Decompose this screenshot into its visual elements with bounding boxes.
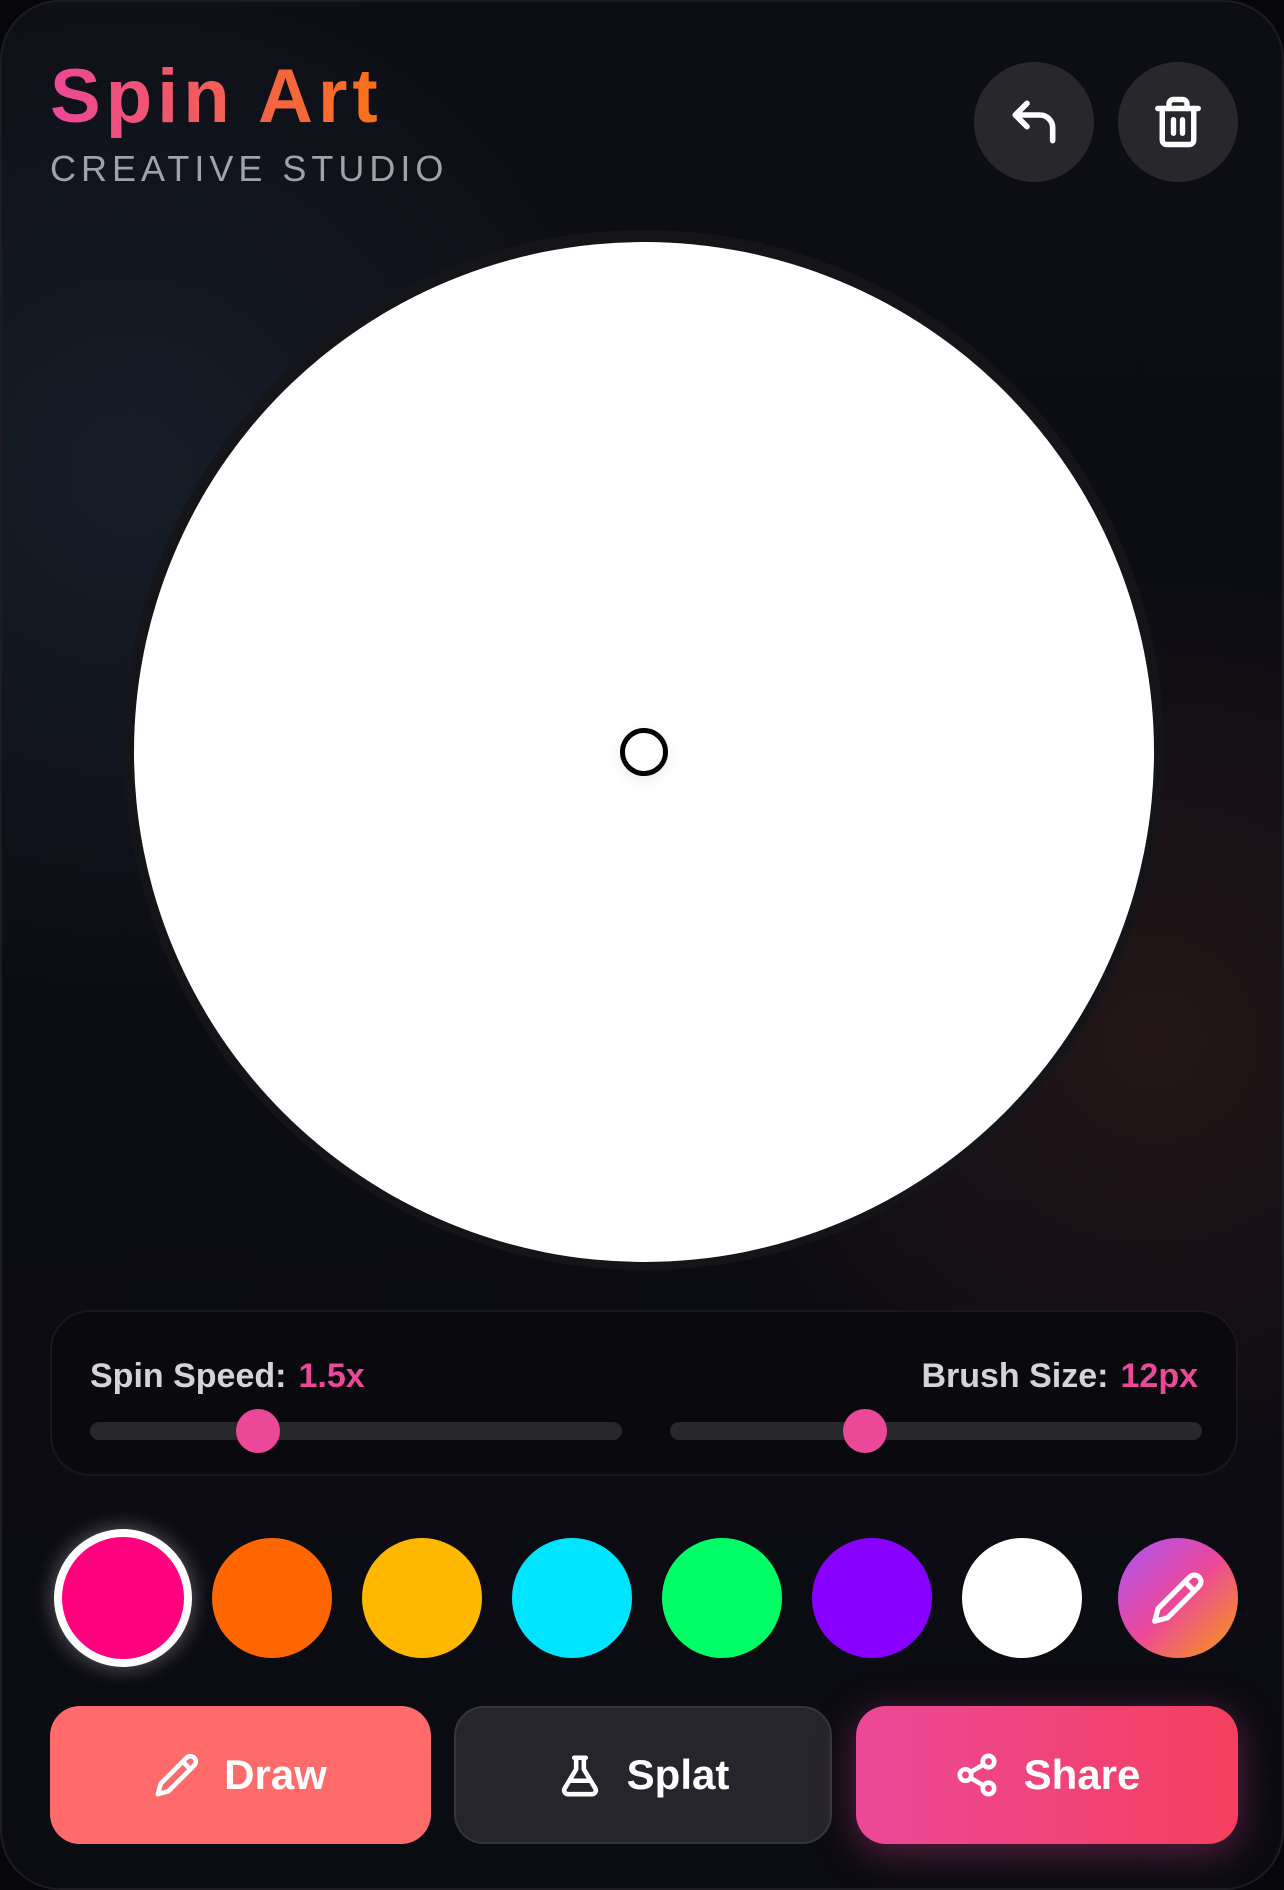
spin-speed-thumb[interactable] [235,1409,280,1453]
color-swatch-orange[interactable] [212,1538,332,1658]
trash-icon [1155,96,1201,148]
spin-art-app: Spin Art CREATIVE STUDIO Spin Speed: 1.5x… [0,0,1284,1890]
spin-speed-slider[interactable] [90,1409,622,1453]
undo-button[interactable] [974,62,1094,182]
draw-button[interactable]: Draw [50,1706,431,1844]
color-swatch-purple[interactable] [812,1538,932,1658]
color-swatch-cyan[interactable] [512,1538,632,1658]
brush-size-value: 12px [1120,1357,1199,1395]
clear-button[interactable] [1118,62,1238,182]
share-label: Share [1023,1751,1141,1798]
draw-label: Draw [224,1751,327,1798]
pencil-icon [155,1753,199,1797]
pencil-icon [1152,1572,1204,1624]
splat-label: Splat [626,1751,730,1798]
color-swatch-green[interactable] [662,1538,782,1658]
app-title: Spin Art [50,52,383,142]
brush-size-slider[interactable] [670,1409,1202,1453]
color-swatch-pink[interactable] [62,1537,184,1659]
custom-color-button[interactable] [1118,1538,1238,1658]
undo-arrow-icon [1012,100,1056,144]
color-swatch-white[interactable] [962,1538,1082,1658]
spin-speed-value: 1.5x [298,1357,365,1395]
brush-size-thumb[interactable] [843,1409,888,1453]
brush-size-label: Brush Size: 12px [921,1357,1199,1395]
share-icon [957,1753,997,1797]
flask-icon [561,1755,598,1797]
spin-speed-label: Spin Speed: 1.5x [90,1357,365,1395]
color-swatch-yellow[interactable] [362,1538,482,1658]
spindle-dot [620,728,668,776]
splat-button[interactable]: Splat [454,1706,832,1844]
share-button[interactable]: Share [856,1706,1238,1844]
controls-panel: Spin Speed: 1.5x Brush Size: 12px [50,1310,1238,1476]
app-subtitle: CREATIVE STUDIO [50,148,449,189]
